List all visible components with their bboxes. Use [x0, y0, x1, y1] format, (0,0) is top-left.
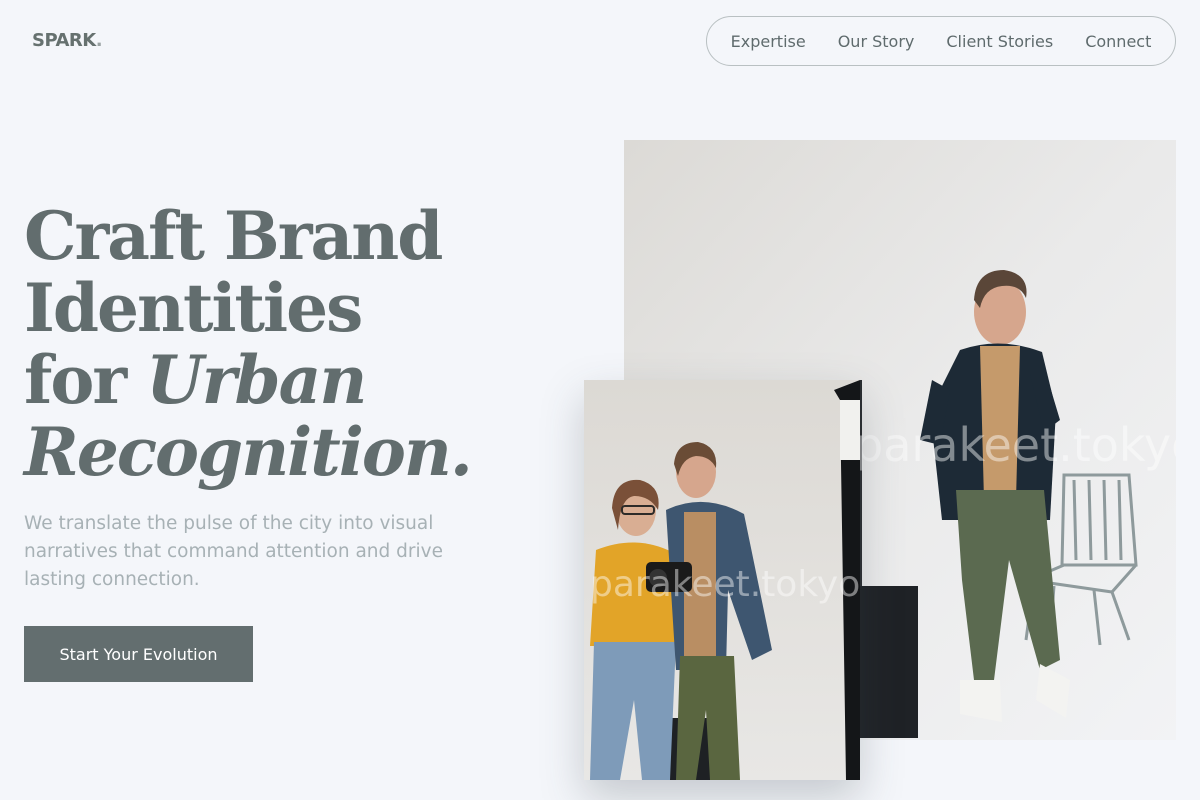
nav-item-expertise[interactable]: Expertise: [731, 32, 806, 51]
brand-name: SPARK: [32, 30, 96, 51]
headline-for: for: [24, 341, 147, 419]
hero-headline: Craft Brand Identities for Urban Recogni…: [24, 197, 473, 491]
hero-subtext: We translate the pulse of the city into …: [24, 513, 443, 590]
nav-item-connect[interactable]: Connect: [1085, 32, 1151, 51]
nav-item-client-stories[interactable]: Client Stories: [946, 32, 1053, 51]
main-nav: Expertise Our Story Client Stories Conne…: [706, 16, 1176, 66]
brand-dot: .: [95, 30, 103, 51]
headline-urban: Urban: [146, 341, 367, 419]
headline-recognition: Recognition.: [24, 413, 473, 491]
hero-photo-overlay: parakeet.tokyo: [584, 380, 860, 780]
start-evolution-button[interactable]: Start Your Evolution: [24, 626, 253, 682]
headline-line-2: Identities: [24, 269, 363, 347]
brand-logo[interactable]: SPARK.: [32, 30, 103, 51]
headline-line-1: Craft Brand: [24, 197, 443, 275]
headline-line-3: for Urban: [24, 344, 471, 416]
couple-with-camera-image: [584, 380, 860, 780]
nav-item-our-story[interactable]: Our Story: [838, 32, 915, 51]
headline-line-4: Recognition.: [24, 413, 473, 491]
